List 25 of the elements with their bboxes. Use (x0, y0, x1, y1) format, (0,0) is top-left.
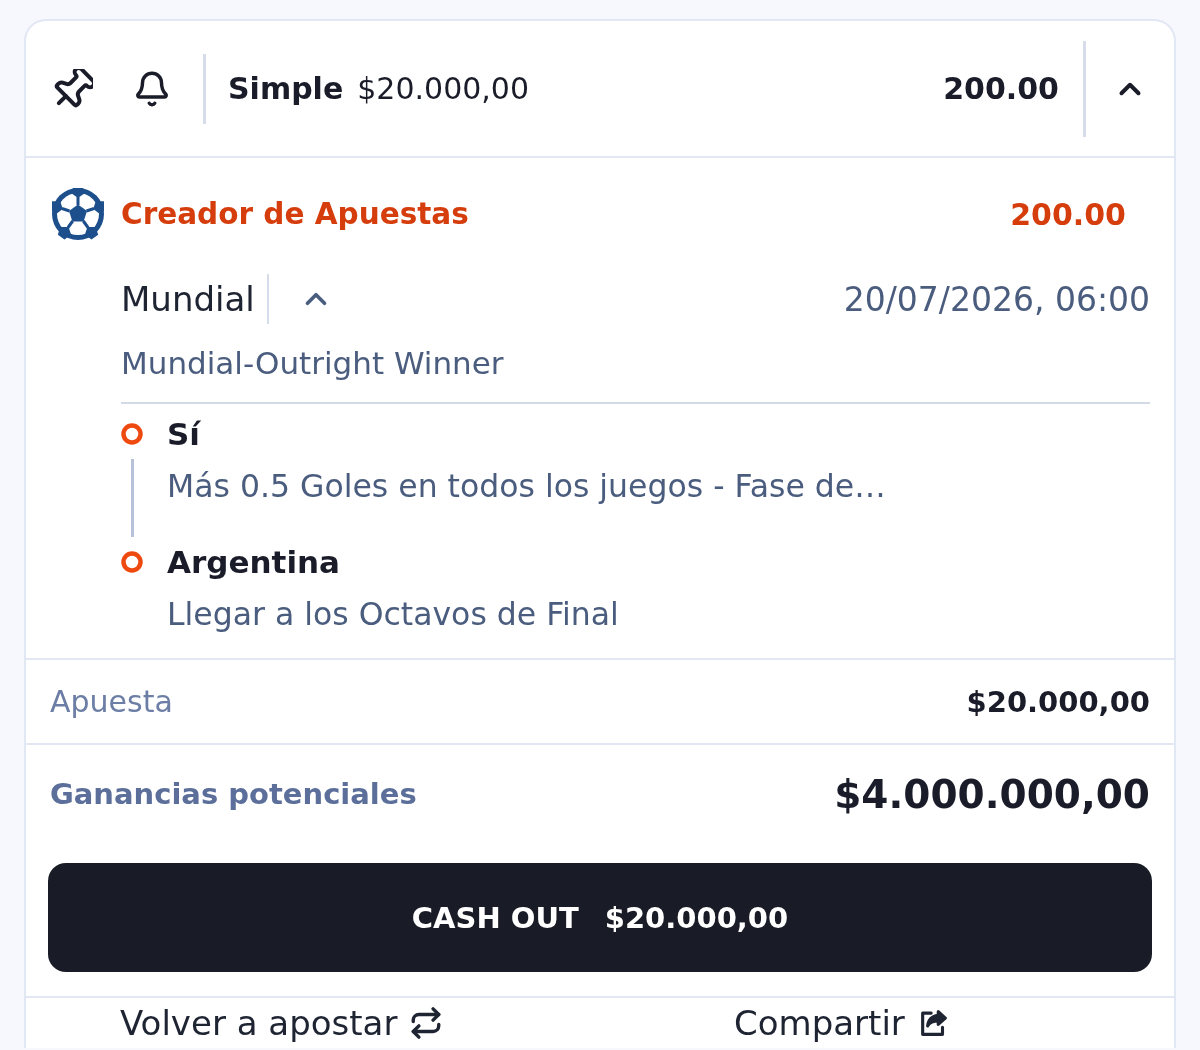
stake-value: $20.000,00 (966, 684, 1150, 719)
bet-builder-title: Creador de Apuestas (121, 197, 470, 231)
event-name: Mundial (121, 279, 255, 319)
potential-winnings-label: Ganancias potenciales (50, 777, 417, 811)
repeat-icon (409, 1006, 444, 1040)
cash-out-button[interactable]: CASH OUT $20.000,00 (48, 863, 1152, 972)
event-date: 20/07/2026, 06:00 (843, 279, 1150, 319)
selection-marker-icon (121, 423, 143, 445)
potential-winnings-value: $4.000.000,00 (834, 771, 1150, 817)
bet-builder-odds: 200.00 (1010, 196, 1126, 232)
event-market: Mundial-Outright Winner (121, 345, 504, 381)
selection-marker-icon (121, 551, 143, 573)
rebet-button[interactable]: Volver a apostar (120, 1003, 444, 1043)
selection-name: Argentina (167, 543, 340, 582)
total-odds: 200.00 (943, 71, 1059, 106)
stake-label: Apuesta (50, 684, 173, 719)
selection-name: Sí (167, 415, 200, 454)
selection-market: Más 0.5 Goles en todos los juegos - Fase de… (167, 467, 886, 506)
bell-icon[interactable] (133, 69, 171, 108)
bet-stake: $20.000,00 (357, 71, 530, 106)
share-button[interactable]: Compartir (734, 1003, 951, 1043)
selection-market: Llegar a los Octavos de Final (167, 595, 619, 634)
bet-type: Simple (228, 71, 344, 106)
soccer-ball-icon (52, 188, 104, 240)
pin-icon[interactable] (53, 68, 93, 109)
